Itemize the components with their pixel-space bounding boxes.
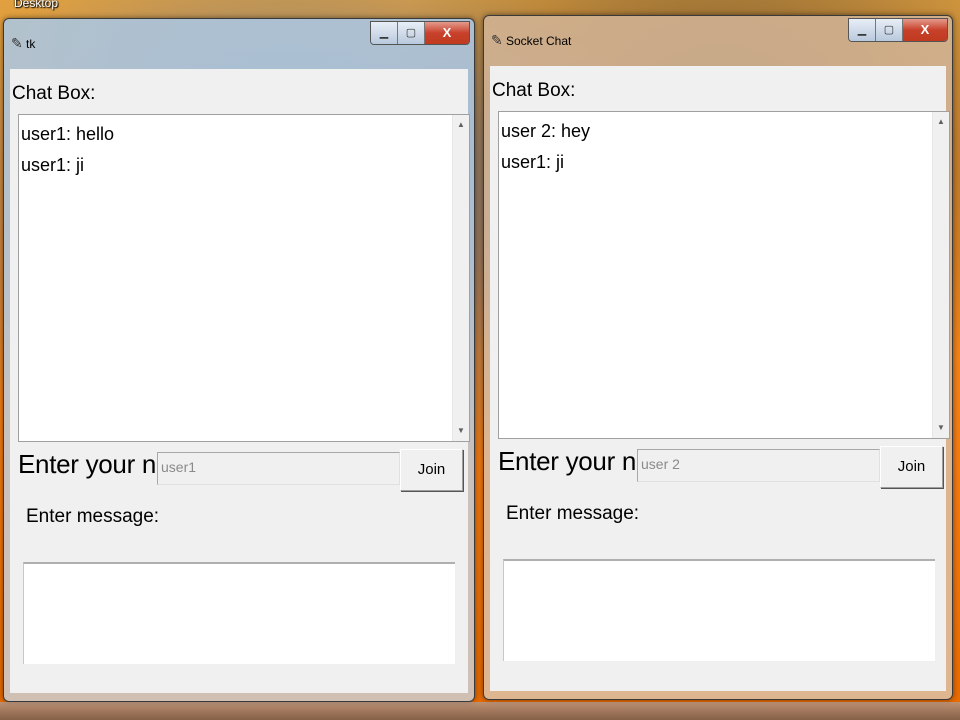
chat-message: user1: ji: [501, 152, 565, 172]
scroll-up-arrow-icon[interactable]: ▲: [453, 117, 469, 133]
chat-message: user1: hello: [21, 124, 115, 144]
chat-messages: user1: hello user1: ji: [19, 119, 453, 181]
window-client-area: Chat Box: user 2: hey user1: ji ▲ ▼ Ente…: [490, 66, 950, 691]
scroll-up-arrow-icon[interactable]: ▲: [933, 114, 949, 130]
chat-scrollbar[interactable]: ▲ ▼: [452, 115, 469, 441]
taskbar: [0, 702, 960, 720]
feather-icon: ✎: [11, 35, 23, 51]
chat-box-label: Chat Box:: [12, 83, 96, 104]
join-button[interactable]: Join: [880, 446, 943, 488]
message-input[interactable]: [503, 559, 935, 661]
chat-message: user1: ji: [21, 155, 85, 175]
close-button[interactable]: X: [425, 22, 469, 44]
maximize-button[interactable]: ▢: [876, 19, 903, 41]
window-title: Socket Chat: [506, 34, 572, 48]
maximize-button[interactable]: ▢: [398, 22, 425, 44]
chat-box-label: Chat Box:: [492, 80, 576, 101]
scroll-down-arrow-icon[interactable]: ▼: [453, 423, 469, 439]
desktop: Desktop ✎ tk ▁ ▢ X Chat Box: user1: hell…: [0, 0, 960, 720]
caption-buttons: ▁ ▢ X: [370, 21, 470, 45]
title-bar[interactable]: ✎ tk ▁ ▢ X: [4, 19, 474, 69]
caption-buttons: ▁ ▢ X: [848, 18, 948, 42]
chat-window-tk[interactable]: ✎ tk ▁ ▢ X Chat Box: user1: hello user1:…: [3, 18, 475, 702]
chat-scrollbar[interactable]: ▲ ▼: [932, 112, 949, 438]
chat-box[interactable]: user 2: hey user1: ji ▲ ▼: [498, 111, 950, 439]
scroll-down-arrow-icon[interactable]: ▼: [933, 420, 949, 436]
name-input[interactable]: user 2: [637, 449, 880, 482]
chat-box[interactable]: user1: hello user1: ji ▲ ▼: [18, 114, 470, 442]
message-label: Enter message:: [26, 506, 160, 527]
title-bar[interactable]: ✎ Socket Chat ▁ ▢ X: [484, 16, 952, 66]
feather-icon: ✎: [491, 32, 503, 48]
window-title: tk: [26, 37, 36, 51]
close-button[interactable]: X: [903, 19, 947, 41]
chat-message: user 2: hey: [501, 121, 591, 141]
name-input[interactable]: user1: [157, 452, 400, 485]
minimize-button[interactable]: ▁: [371, 22, 398, 44]
chat-window-socket-chat[interactable]: ✎ Socket Chat ▁ ▢ X Chat Box: user 2: he…: [483, 15, 953, 700]
message-input[interactable]: [23, 562, 455, 664]
message-label: Enter message:: [506, 503, 640, 524]
join-button[interactable]: Join: [400, 449, 463, 491]
minimize-button[interactable]: ▁: [849, 19, 876, 41]
chat-messages: user 2: hey user1: ji: [499, 116, 933, 178]
window-client-area: Chat Box: user1: hello user1: ji ▲ ▼ Ent…: [10, 69, 470, 693]
desktop-label: Desktop: [14, 0, 59, 10]
